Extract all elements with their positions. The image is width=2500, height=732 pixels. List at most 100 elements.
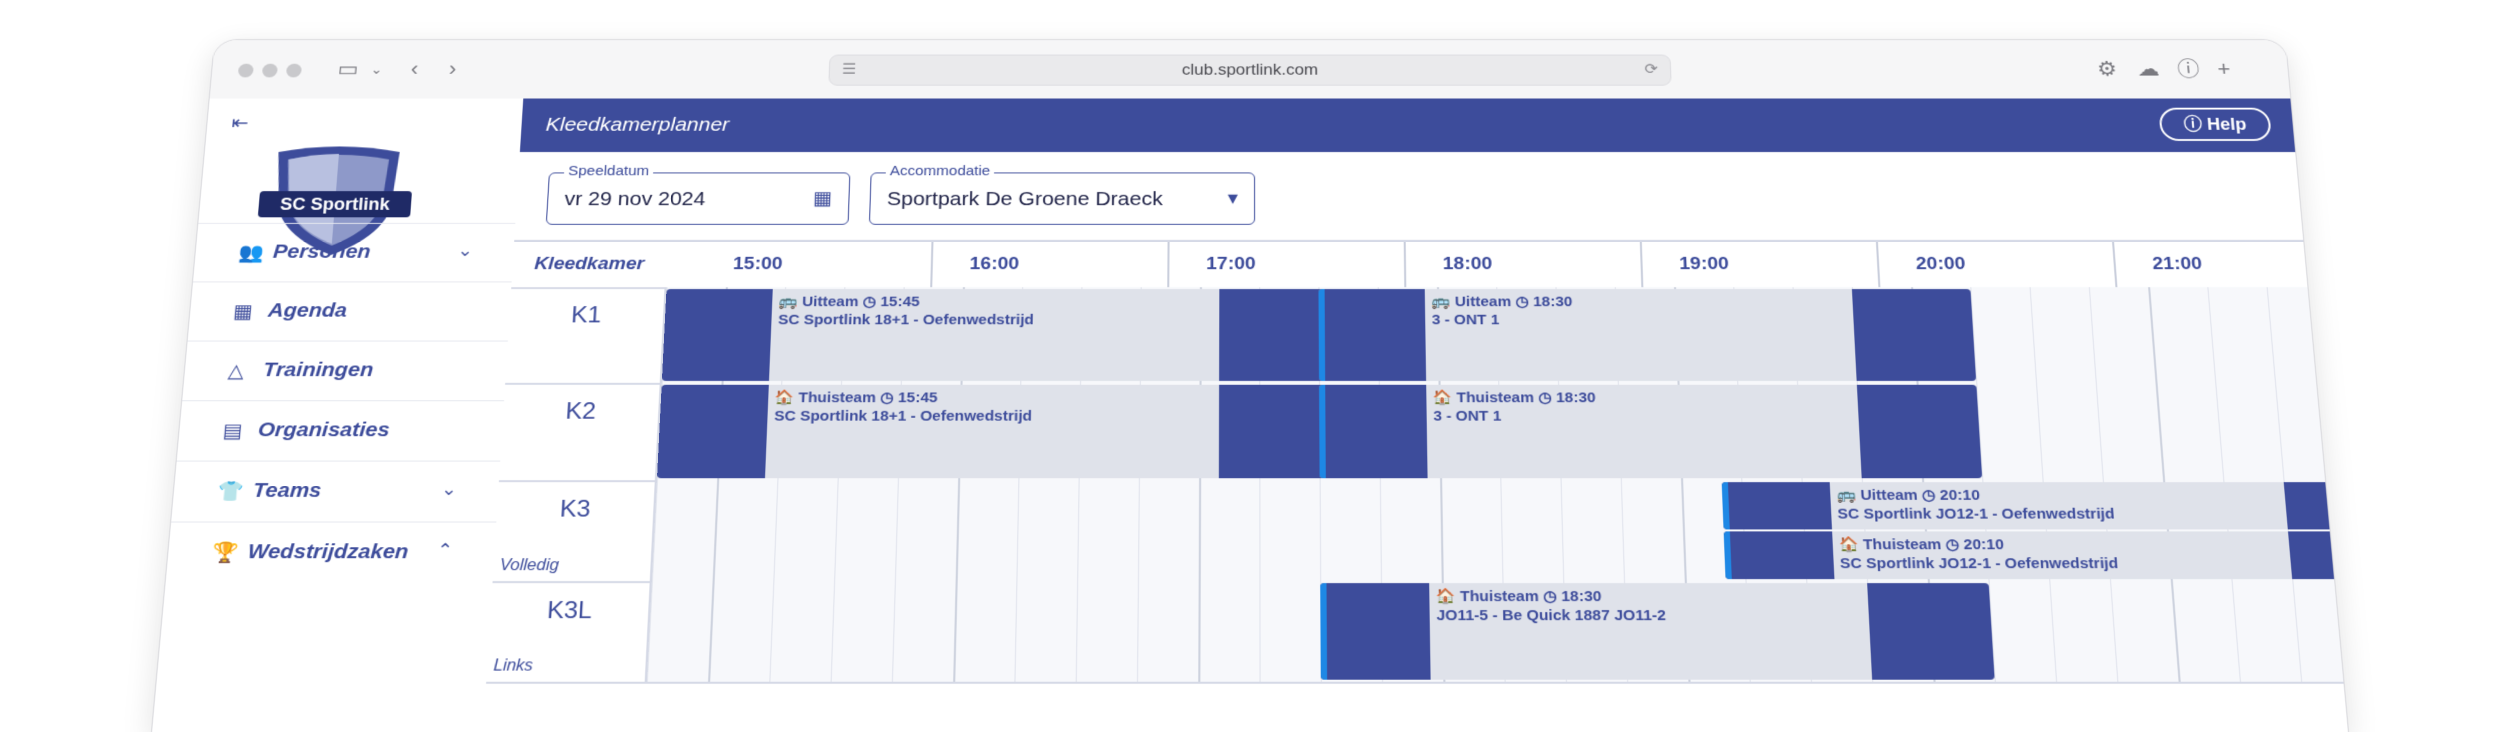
date-field[interactable]: Speeldatum vr 29 nov 2024 ▦	[546, 172, 851, 224]
grid-line	[953, 581, 958, 682]
accommodation-select[interactable]: Accommodatie Sportpark De Groene Draeck …	[869, 172, 1255, 224]
room-row: K2🏠 Thuisteam ◷ 15:45SC Sportlink 18+1 -…	[499, 383, 2325, 482]
training-icon: △	[227, 359, 245, 383]
grid-line	[2207, 287, 2216, 383]
booking-team-line: 🚌 Uitteam ◷ 20:10	[1836, 486, 1980, 504]
room-name: K3	[496, 496, 654, 524]
gear-icon[interactable]: ⚙	[2096, 56, 2118, 82]
booking-block[interactable]: 🏠 Thuisteam ◷ 18:303 - ONT 1	[1319, 385, 1982, 478]
sidebar-item-wedstrijdzaken[interactable]: 🏆Wedstrijdzaken⌃	[166, 522, 497, 584]
booking-match: SC Sportlink JO12-1 - Oefenwedstrijd	[1837, 506, 2115, 523]
shirt-icon: 👕	[217, 479, 245, 504]
booking-block[interactable]: 🏠 Thuisteam ◷ 18:30JO11-5 - Be Quick 188…	[1320, 583, 1994, 680]
clock-icon: ◷	[876, 390, 899, 406]
help-button[interactable]: ⓘ Help	[2158, 108, 2272, 141]
hour-divider	[1876, 242, 1880, 287]
booking-block[interactable]: 🏠 Thuisteam ◷ 15:45SC Sportlink 18+1 - O…	[657, 385, 1340, 478]
grid-line	[1681, 480, 1687, 581]
prep-time-segment	[657, 385, 769, 478]
chevron-down-icon[interactable]: ⌄	[440, 479, 457, 500]
close-window-icon[interactable]	[238, 64, 254, 78]
home-icon: 🏠	[1839, 536, 1864, 553]
url-text: club.sportlink.com	[830, 61, 1671, 79]
hour-divider	[1167, 242, 1169, 287]
cloud-icon[interactable]: ☁	[2136, 56, 2160, 82]
booking-block[interactable]: 🚌 Uitteam ◷ 20:10 SC Sportlink JO12-1 - O…	[1721, 482, 2348, 529]
accommodation-legend: Accommodatie	[886, 163, 995, 179]
room-row: K3 Volledig 🚌 Uitteam ◷ 20:10 SC Sportlink …	[492, 480, 2334, 583]
sidebar-item-organisaties[interactable]: ▤Organisaties	[177, 400, 504, 460]
hour-divider	[1404, 242, 1407, 287]
grid-line	[1259, 581, 1260, 682]
booking-team: Thuisteam	[1863, 536, 1942, 553]
grid-line	[769, 581, 774, 682]
grid-line	[2089, 287, 2097, 383]
grid-line	[1199, 480, 1202, 581]
room-name: K2	[502, 398, 658, 425]
time-tick-label: 17:00	[1206, 254, 1256, 275]
browser-window: ▭ ⌄ ‹ › ☰ club.sportlink.com ⟳ ⚙ ☁ ⓘ + ⇤…	[152, 40, 2348, 732]
sidebar-item-label: Agenda	[267, 300, 348, 323]
chevron-down-icon[interactable]: ⌄	[370, 56, 384, 82]
timeline-lane[interactable]: 🏠 Thuisteam ◷ 15:45SC Sportlink 18+1 - O…	[655, 383, 2325, 480]
timeline-lane[interactable]: 🚌 Uitteam ◷ 15:45SC Sportlink 18+1 - Oef…	[660, 287, 2316, 383]
grid-line	[1320, 480, 1322, 581]
time-tick-label: 21:00	[2152, 254, 2203, 275]
prep-time-segment	[1320, 583, 1431, 680]
clock-icon: ◷	[1539, 588, 1562, 605]
booking-team-line: 🏠 Thuisteam ◷ 18:30	[1433, 389, 1596, 406]
time-tick-label: 18:00	[1443, 254, 1493, 275]
grid-line	[2156, 383, 2166, 480]
grid-line	[831, 581, 836, 682]
booking-match: SC Sportlink JO12-1 - Oefenwedstrijd	[1840, 555, 2119, 572]
cleanup-time-segment	[1852, 289, 1976, 381]
booking-match: SC Sportlink 18+1 - Oefenwedstrijd	[778, 312, 1034, 328]
time-tick-label: 16:00	[969, 254, 1019, 275]
chevron-down-icon[interactable]: ⌄	[457, 241, 474, 261]
room-subtitle: Volledig	[499, 557, 559, 575]
current-booking-accent	[1319, 385, 1326, 478]
grid-line	[2344, 480, 2348, 581]
grid-line	[2049, 581, 2057, 682]
timeline-lane[interactable]: 🏠 Thuisteam ◷ 18:30JO11-5 - Be Quick 188…	[645, 581, 2344, 682]
grid-line	[1500, 480, 1503, 581]
grid-line	[2267, 287, 2276, 383]
time-tick-label: 20:00	[1915, 254, 1966, 275]
address-bar[interactable]: ☰ club.sportlink.com ⟳	[828, 55, 1671, 86]
translate-reload-icon[interactable]: ⟳	[1644, 60, 1658, 78]
collapse-menu-icon[interactable]: ⇤	[231, 111, 250, 134]
sidebar-item-trainingen[interactable]: △ Trainingen	[182, 341, 508, 401]
zoom-window-icon[interactable]	[286, 64, 302, 78]
forward-icon[interactable]: ›	[448, 56, 457, 82]
timeline-lane[interactable]: 🚌 Uitteam ◷ 20:10 SC Sportlink JO12-1 - O…	[650, 480, 2335, 581]
sidebar-item-label: Trainingen	[262, 359, 374, 382]
new-tab-icon[interactable]: +	[2216, 56, 2231, 82]
grid-line	[1076, 581, 1079, 682]
back-icon[interactable]: ‹	[410, 56, 419, 82]
home-icon: 🏠	[1433, 390, 1457, 406]
sidebar-item-label: Wedstrijdzaken	[247, 540, 409, 564]
grid-line	[1137, 581, 1139, 682]
logo-text: SC Sportlink	[279, 195, 390, 214]
grid-line	[834, 480, 839, 581]
grid-line	[892, 581, 896, 682]
booking-block[interactable]: 🚌 Uitteam ◷ 18:303 - ONT 1	[1318, 289, 1976, 381]
calendar-icon[interactable]: ▦	[813, 186, 833, 209]
cleanup-time-segment	[2288, 531, 2348, 579]
sidebar-toggle-icon[interactable]: ▭	[337, 56, 360, 82]
info-icon[interactable]: ⓘ	[2176, 56, 2200, 82]
grid-line	[2030, 287, 2037, 383]
minimize-window-icon[interactable]	[262, 64, 278, 78]
sidebar-item-teams[interactable]: 👕Teams⌄	[171, 461, 500, 522]
sidebar-item-personen[interactable]: 👥Personen⌄	[193, 223, 515, 282]
people-icon: 👥	[237, 241, 264, 265]
grid-line	[2171, 581, 2181, 682]
booking-match: SC Sportlink 18+1 - Oefenwedstrijd	[774, 408, 1032, 424]
grid-line	[1198, 581, 1201, 682]
clock-icon: ◷	[1917, 487, 1940, 504]
booking-block[interactable]: 🚌 Uitteam ◷ 15:45SC Sportlink 18+1 - Oef…	[662, 289, 1339, 381]
sidebar-item-agenda[interactable]: ▦Agenda	[188, 281, 512, 340]
booking-block[interactable]: 🏠 Thuisteam ◷ 20:10SC Sportlink JO12-1 -…	[1723, 531, 2348, 579]
room-name: K3L	[490, 597, 649, 625]
chevron-up-icon[interactable]: ⌃	[436, 540, 453, 561]
